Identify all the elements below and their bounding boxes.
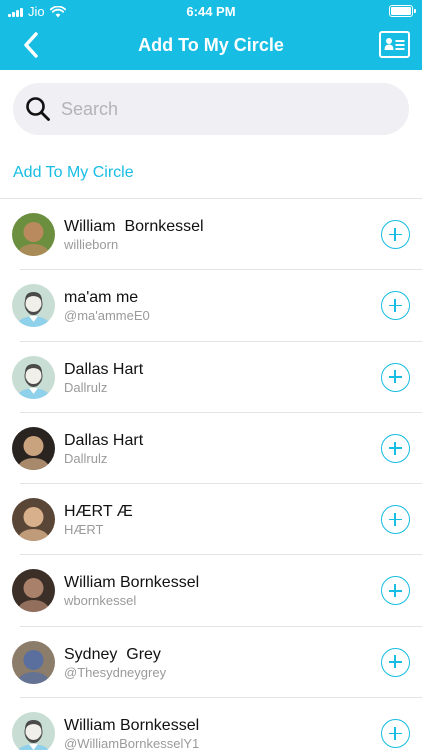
avatar — [12, 712, 55, 750]
contact-handle: Dallrulz — [64, 450, 108, 466]
add-contact-button[interactable] — [381, 647, 410, 677]
avatar — [12, 213, 55, 256]
add-contact-button[interactable] — [381, 719, 410, 749]
contact-row[interactable]: Dallas Hart Dallrulz — [0, 342, 422, 413]
avatar — [12, 569, 55, 613]
add-contact-button[interactable] — [381, 505, 410, 535]
contacts-card-button[interactable] — [379, 31, 410, 58]
avatar — [12, 498, 55, 542]
contact-handle: HÆRT — [64, 522, 104, 538]
avatar — [12, 284, 55, 328]
add-contact-button[interactable] — [381, 220, 410, 249]
contact-handle: @ma'ammeE0 — [64, 308, 150, 324]
contact-name: William Bornkessel — [64, 218, 204, 235]
contact-row[interactable]: ma'am me @ma'ammeE0 — [0, 270, 422, 342]
page-title: Add To My Circle — [138, 35, 284, 55]
contact-row[interactable]: William Bornkessel @WilliamBornkesselY1 — [0, 698, 422, 750]
contact-row[interactable]: Sydney Grey @Thesydneygrey — [0, 627, 422, 699]
contact-handle: @WilliamBornkesselY1 — [64, 736, 200, 750]
clock: 6:44 PM — [186, 4, 236, 19]
search-icon — [26, 97, 50, 121]
contact-handle: Dallrulz — [64, 379, 108, 395]
contact-row[interactable]: William Bornkessel willieborn — [0, 199, 422, 271]
contact-row[interactable]: William Bornkessel wbornkessel — [0, 555, 422, 627]
add-contact-button[interactable] — [381, 576, 410, 606]
add-contact-button[interactable] — [381, 291, 410, 321]
search-bar — [13, 83, 409, 135]
avatar — [12, 640, 55, 684]
contact-name: Dallas Hart — [64, 431, 144, 449]
avatar — [12, 355, 55, 399]
battery-icon — [389, 5, 416, 17]
contact-handle: @Thesydneygrey — [64, 664, 167, 680]
contact-name: William Bornkessel — [64, 574, 200, 592]
contact-name: Dallas Hart — [64, 360, 144, 378]
contact-name: ma'am me — [64, 289, 139, 307]
header-bar: Jio 6:44 PM Add To My Circle — [0, 0, 422, 70]
contact-handle: wbornkessel — [64, 593, 137, 609]
contact-row[interactable]: Dallas Hart Dallrulz — [0, 413, 422, 485]
contact-list: William Bornkessel willieborn ma'am me @ma'… — [0, 199, 422, 750]
status-bar: Jio 6:44 PM — [0, 0, 422, 22]
contact-card-icon — [384, 38, 405, 50]
contact-name: HÆRT Æ — [64, 503, 133, 521]
contact-name: Sydney Grey — [64, 645, 161, 663]
section-title: Add To My Circle — [13, 164, 134, 181]
avatar — [12, 426, 55, 470]
search-input[interactable] — [61, 98, 381, 120]
contact-name: William Bornkessel — [64, 717, 200, 735]
add-contact-button[interactable] — [381, 362, 410, 392]
contact-handle: willieborn — [64, 237, 119, 252]
add-contact-button[interactable] — [381, 433, 410, 463]
contact-row[interactable]: HÆRT Æ HÆRT — [0, 484, 422, 556]
